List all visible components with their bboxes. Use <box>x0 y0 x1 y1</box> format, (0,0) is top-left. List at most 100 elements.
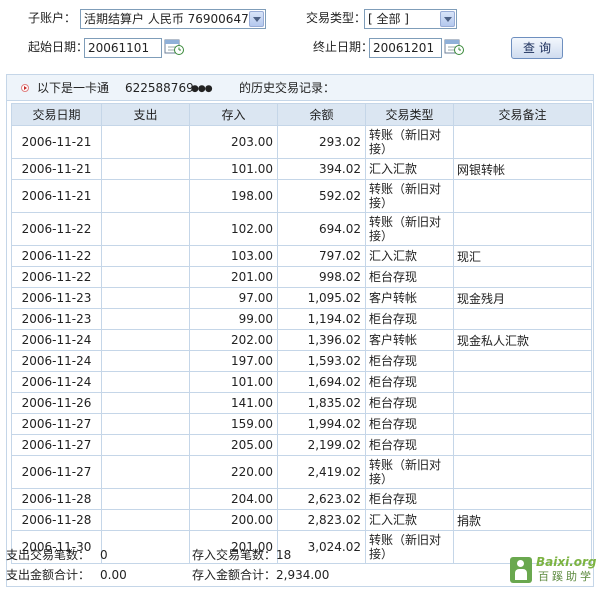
cell-in: 197.00 <box>189 350 278 372</box>
sub-account-select[interactable]: 活期结算户 人民币 769006478 <box>80 9 266 29</box>
cell-type: 柜台存现 <box>365 392 454 414</box>
cell-date: 2006-11-27 <box>11 455 102 489</box>
calendar-icon[interactable] <box>444 38 464 56</box>
cell-note <box>453 125 592 159</box>
col-header-in: 存入 <box>189 103 278 126</box>
tx-type-label: 交易类型： <box>306 11 367 25</box>
cell-date: 2006-11-22 <box>11 266 102 288</box>
cell-in: 200.00 <box>189 509 278 531</box>
cell-date: 2006-11-26 <box>11 392 102 414</box>
table-row: 2006-11-28 204.00 2,623.02 柜台存现 <box>11 488 592 510</box>
col-header-type: 交易类型 <box>365 103 454 126</box>
person-logo-icon <box>510 557 532 583</box>
out-count: 0 <box>100 548 108 562</box>
table-row: 2006-11-21 198.00 592.02 转账（新旧对接） <box>11 179 592 213</box>
table-row: 2006-11-24 101.00 1,694.02 柜台存现 <box>11 371 592 393</box>
cell-balance: 797.02 <box>277 245 366 267</box>
cell-out <box>101 287 190 309</box>
table-row: 2006-11-23 99.00 1,194.02 柜台存现 <box>11 308 592 330</box>
in-total-label: 存入金额合计： <box>192 568 277 582</box>
cell-out <box>101 455 190 489</box>
cell-balance: 2,623.02 <box>277 488 366 510</box>
cell-in: 159.00 <box>189 413 278 435</box>
in-total: 2,934.00 <box>276 568 330 582</box>
cell-in: 202.00 <box>189 329 278 351</box>
cell-type: 柜台存现 <box>365 371 454 393</box>
sub-account-value: 活期结算户 人民币 769006478 <box>84 12 257 26</box>
summary: 支出交易笔数： 0 存入交易笔数： 18 支出金额合计： 0.00 存入金额合计… <box>6 546 594 587</box>
cell-type: 柜台存现 <box>365 266 454 288</box>
cell-note: 捐款 <box>453 509 592 531</box>
cell-in: 198.00 <box>189 179 278 213</box>
cell-out <box>101 434 190 456</box>
cell-in: 103.00 <box>189 245 278 267</box>
in-count: 18 <box>276 548 292 562</box>
table-row: 2006-11-23 97.00 1,095.02 客户转帐 现金残月 <box>11 287 592 309</box>
cell-date: 2006-11-27 <box>11 434 102 456</box>
cell-note: 现汇 <box>453 245 592 267</box>
cell-note: 网银转帐 <box>453 158 592 180</box>
card-number: 622588769 <box>125 81 194 95</box>
out-total-label: 支出金额合计： <box>6 568 91 582</box>
cell-date: 2006-11-24 <box>11 350 102 372</box>
cell-balance: 293.02 <box>277 125 366 159</box>
cell-balance: 2,823.02 <box>277 509 366 531</box>
cell-out <box>101 308 190 330</box>
col-header-out: 支出 <box>101 103 190 126</box>
cell-in: 205.00 <box>189 434 278 456</box>
table-row: 2006-11-24 197.00 1,593.02 柜台存现 <box>11 350 592 372</box>
chevron-down-icon <box>440 11 455 27</box>
cell-out <box>101 488 190 510</box>
cell-balance: 1,593.02 <box>277 350 366 372</box>
cell-balance: 998.02 <box>277 266 366 288</box>
tx-type-select[interactable]: [ 全部 ] <box>364 9 457 29</box>
cell-type: 客户转帐 <box>365 329 454 351</box>
cell-date: 2006-11-23 <box>11 287 102 309</box>
table-row: 2006-11-22 102.00 694.02 转账（新旧对接） <box>11 212 592 246</box>
query-button[interactable]: 查询 <box>511 37 563 59</box>
cell-note <box>453 392 592 414</box>
cell-date: 2006-11-28 <box>11 509 102 531</box>
start-date-input[interactable]: 20061101 <box>84 38 162 58</box>
cell-type: 客户转帐 <box>365 287 454 309</box>
chevron-down-icon <box>249 11 264 27</box>
cell-type: 柜台存现 <box>365 434 454 456</box>
cell-balance: 1,194.02 <box>277 308 366 330</box>
table-row: 2006-11-27 220.00 2,419.02 转账（新旧对接） <box>11 455 592 489</box>
cell-type: 汇入汇款 <box>365 158 454 180</box>
cell-balance: 1,694.02 <box>277 371 366 393</box>
cell-out <box>101 245 190 267</box>
cell-out <box>101 350 190 372</box>
cell-balance: 2,419.02 <box>277 455 366 489</box>
calendar-icon[interactable] <box>164 38 184 56</box>
card-mask: ●●● <box>191 84 213 94</box>
cell-in: 204.00 <box>189 488 278 510</box>
history-panel: 以下是一卡通 622588769 ●●● 的历史交易记录： 交易日期 支出 存入… <box>6 74 594 587</box>
cell-type: 柜台存现 <box>365 413 454 435</box>
cell-date: 2006-11-22 <box>11 245 102 267</box>
table-row: 2006-11-24 202.00 1,396.02 客户转帐 现金私人汇款 <box>11 329 592 351</box>
table-header-row: 交易日期 支出 存入 余额 交易类型 交易备注 <box>11 103 592 126</box>
start-date-value: 20061101 <box>88 41 150 55</box>
cell-date: 2006-11-24 <box>11 329 102 351</box>
table-row: 2006-11-22 103.00 797.02 汇入汇款 现汇 <box>11 245 592 267</box>
table-row: 2006-11-28 200.00 2,823.02 汇入汇款 捐款 <box>11 509 592 531</box>
cell-type: 转账（新旧对接） <box>365 212 454 246</box>
table-row: 2006-11-26 141.00 1,835.02 柜台存现 <box>11 392 592 414</box>
query-filter: 子账户： 活期结算户 人民币 769006478 交易类型： [ 全部 ] 起始… <box>0 0 600 66</box>
cell-type: 汇入汇款 <box>365 509 454 531</box>
watermark: Baixi.org 百蹊助学 <box>510 555 597 587</box>
cell-note <box>453 434 592 456</box>
cell-type: 转账（新旧对接） <box>365 455 454 489</box>
cell-note <box>453 488 592 510</box>
col-header-date: 交易日期 <box>11 103 102 126</box>
cell-out <box>101 179 190 213</box>
cell-out <box>101 158 190 180</box>
cell-date: 2006-11-21 <box>11 158 102 180</box>
cell-in: 201.00 <box>189 266 278 288</box>
tx-type-value: [ 全部 ] <box>368 12 409 26</box>
end-date-input[interactable]: 20061201 <box>369 38 442 58</box>
cell-note <box>453 179 592 213</box>
cell-date: 2006-11-28 <box>11 488 102 510</box>
cell-balance: 1,994.02 <box>277 413 366 435</box>
